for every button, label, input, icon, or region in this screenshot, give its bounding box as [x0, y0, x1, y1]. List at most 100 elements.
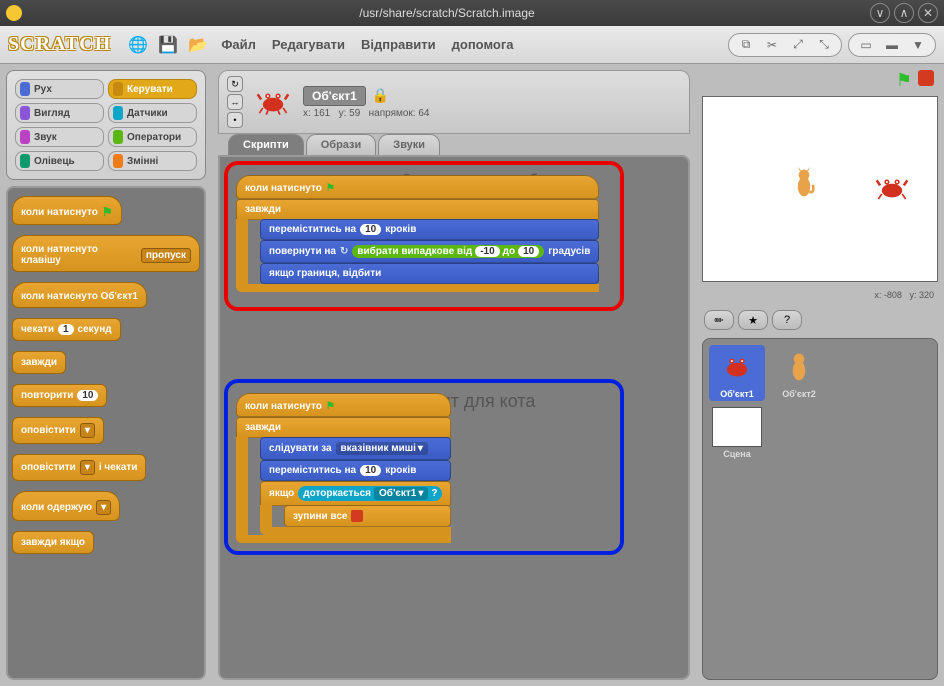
block-forever-2[interactable]: завжди	[236, 417, 451, 438]
cat-pen[interactable]: Олівець	[15, 151, 104, 171]
block-move[interactable]: переміститись на10кроків	[260, 219, 599, 240]
surprise-sprite-icon[interactable]: ?	[772, 310, 802, 330]
scissors-icon[interactable]: ✂	[761, 36, 783, 54]
block-broadcast-wait[interactable]: оповістити▾і чекати	[12, 454, 146, 481]
stage[interactable]	[702, 96, 938, 282]
block-forever-if[interactable]: завжди якщо	[12, 531, 94, 554]
minimize-button[interactable]: ∨	[870, 3, 890, 23]
save-icon[interactable]: 💾	[156, 33, 180, 57]
block-when-flag[interactable]: коли натиснуто⚑	[12, 196, 122, 225]
tool-group-view: ▭ ▬ ▼	[848, 33, 936, 57]
cat-operators[interactable]: Оператори	[108, 127, 197, 147]
sensing-touching[interactable]: доторкаєтьсяОб'єкт1 ▾?	[298, 486, 442, 501]
stage-controls: ⚑	[702, 70, 938, 90]
sprite-thumbnail[interactable]	[251, 80, 295, 124]
logo: SCRATCH	[8, 33, 111, 56]
sprite-name-field[interactable]: Об'єкт1	[303, 86, 366, 106]
middle-column: ↻ ↔ • Об'єкт1 🔒 x: 161 y: 59 напрям	[212, 64, 696, 686]
block-when-key[interactable]: коли натиснуто клавішупропуск	[12, 235, 200, 272]
stage-sprite-crab[interactable]	[875, 175, 909, 206]
app-frame: SCRATCH 🌐 💾 📂 Файл Редагувати Відправити…	[0, 26, 944, 686]
op-random[interactable]: вибрати випадкове від-10до10	[352, 245, 544, 258]
shrink-icon[interactable]: ⤡	[813, 36, 835, 54]
window-title: /usr/share/scratch/Scratch.image	[28, 6, 866, 20]
topbar: SCRATCH 🌐 💾 📂 Файл Редагувати Відправити…	[0, 26, 944, 64]
sprite-item-2[interactable]: Об'єкт2	[771, 345, 827, 673]
lock-icon[interactable]: 🔒	[372, 87, 389, 104]
script-crab[interactable]: коли натиснуто⚑ завжди переміститись на1…	[236, 175, 599, 292]
close-button[interactable]: ✕	[918, 3, 938, 23]
maximize-button[interactable]: ∧	[894, 3, 914, 23]
script-cat[interactable]: коли натиснуто⚑ завжди слідувати завказі…	[236, 393, 451, 543]
flag-icon: ⚑	[102, 205, 113, 219]
rotate-lr-icon[interactable]: ↔	[227, 94, 243, 110]
block-point-towards[interactable]: слідувати завказівник миші ▾	[260, 437, 451, 460]
cat-variables[interactable]: Змінні	[108, 151, 197, 171]
forever-body: переміститись на10кроків повернути на↻ви…	[236, 219, 599, 292]
block-when-clicked[interactable]: коли натиснуто Об'єкт1	[12, 282, 147, 308]
block-hat-flag-2[interactable]: коли натиснуто⚑	[236, 393, 451, 417]
tab-scripts[interactable]: Скрипти	[228, 134, 304, 155]
sprite-header: ↻ ↔ • Об'єкт1 🔒 x: 161 y: 59 напрям	[218, 70, 690, 134]
stage-item[interactable]: Сцена	[709, 407, 765, 459]
block-move-2[interactable]: переміститись на10кроків	[260, 460, 451, 481]
present-icon[interactable]: ▼	[907, 36, 929, 54]
cat-sensing[interactable]: Датчики	[108, 103, 197, 123]
right-column: ⚑ x: -808 y: 320 ✏ ★ ?	[696, 64, 944, 686]
open-icon[interactable]: 📂	[186, 33, 210, 57]
if-body: зупини все	[260, 505, 451, 535]
sprite-item-1[interactable]: Об'єкт1	[709, 345, 765, 401]
import-sprite-icon[interactable]: ★	[738, 310, 768, 330]
script-area[interactable]: Скрипт для краба коли натиснуто⚑ завжди …	[218, 155, 690, 680]
tab-sounds[interactable]: Звуки	[378, 134, 440, 155]
green-flag-button[interactable]: ⚑	[896, 70, 912, 90]
main-area: Рух Керувати Вигляд Датчики Звук Операто…	[0, 64, 944, 686]
tab-costumes[interactable]: Образи	[306, 134, 377, 155]
rotate-free-icon[interactable]: ↻	[227, 76, 243, 92]
grow-icon[interactable]: ⤢	[787, 36, 809, 54]
globe-icon[interactable]: 🌐	[126, 33, 150, 57]
large-stage-icon[interactable]: ▬	[881, 36, 903, 54]
block-turn[interactable]: повернути на↻вибрати випадкове від-10до1…	[260, 240, 599, 263]
menu-file[interactable]: Файл	[221, 37, 256, 52]
cat-motion[interactable]: Рух	[15, 79, 104, 99]
block-if[interactable]: якщодоторкаєтьсяОб'єкт1 ▾?	[260, 481, 451, 506]
menu-edit[interactable]: Редагувати	[272, 37, 345, 52]
block-repeat[interactable]: повторити10	[12, 384, 107, 407]
tab-bar: Скрипти Образи Звуки	[218, 134, 690, 155]
block-stop-all[interactable]: зупини все	[284, 505, 451, 527]
stop-button[interactable]	[918, 70, 934, 86]
block-wait[interactable]: чекати1секунд	[12, 318, 121, 341]
block-when-receive[interactable]: коли одержую▾	[12, 491, 120, 521]
category-grid: Рух Керувати Вигляд Датчики Звук Операто…	[6, 70, 206, 180]
cat-icon	[793, 167, 815, 199]
stamp-icon[interactable]: ⧉	[735, 36, 757, 54]
window-titlebar: /usr/share/scratch/Scratch.image ∨ ∧ ✕	[0, 0, 944, 26]
cat-control[interactable]: Керувати	[108, 79, 197, 99]
small-stage-icon[interactable]: ▭	[855, 36, 877, 54]
paint-sprite-icon[interactable]: ✏	[704, 310, 734, 330]
tool-group-edit: ⧉ ✂ ⤢ ⤡	[728, 33, 842, 57]
stage-sprite-cat[interactable]	[793, 167, 815, 204]
cat-sound[interactable]: Звук	[15, 127, 104, 147]
menu-help[interactable]: допомога	[452, 37, 514, 52]
cat-looks[interactable]: Вигляд	[15, 103, 104, 123]
new-sprite-buttons: ✏ ★ ?	[702, 308, 938, 332]
block-forever[interactable]: завжди	[12, 351, 66, 374]
block-forever[interactable]: завжди	[236, 199, 599, 220]
rotate-none-icon[interactable]: •	[227, 112, 243, 128]
forever-body-2: слідувати завказівник миші ▾ перемістити…	[236, 437, 451, 543]
left-column: Рух Керувати Вигляд Датчики Звук Операто…	[0, 64, 212, 686]
sprite-list: Об'єкт1 Сцена Об'єкт2	[702, 338, 938, 680]
block-hat-flag[interactable]: коли натиснуто⚑	[236, 175, 599, 199]
block-bounce[interactable]: якщо границя, відбити	[260, 263, 599, 284]
sprite-info: Об'єкт1 🔒 x: 161 y: 59 напрямок: 64	[303, 86, 429, 119]
rotation-buttons: ↻ ↔ •	[227, 76, 243, 128]
block-broadcast[interactable]: оповістити▾	[12, 417, 104, 444]
crab-icon	[256, 89, 290, 115]
mouse-coords: x: -808 y: 320	[702, 288, 938, 302]
block-palette[interactable]: коли натиснуто⚑ коли натиснуто клавішупр…	[6, 186, 206, 680]
menu-share[interactable]: Відправити	[361, 37, 436, 52]
app-icon	[6, 5, 22, 21]
crab-icon	[875, 175, 909, 201]
